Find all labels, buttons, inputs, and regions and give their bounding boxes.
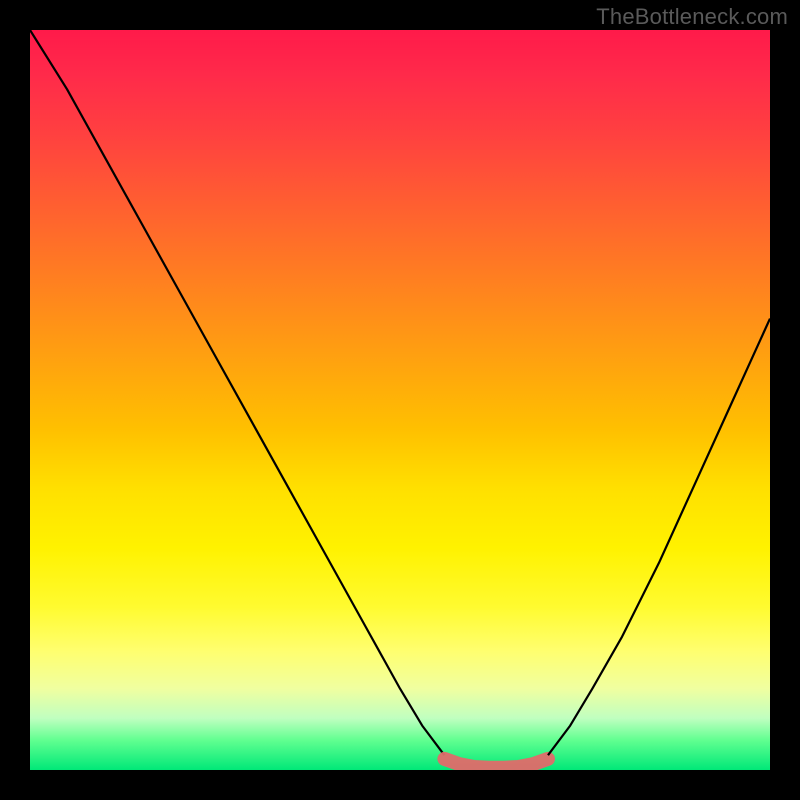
watermark-text: TheBottleneck.com (596, 4, 788, 30)
series-bottleneck-right (548, 319, 770, 756)
series-bottleneck-left (30, 30, 444, 755)
chart-plot-area (30, 30, 770, 770)
series-bottleneck-floor-highlight (444, 759, 548, 768)
chart-svg (30, 30, 770, 770)
